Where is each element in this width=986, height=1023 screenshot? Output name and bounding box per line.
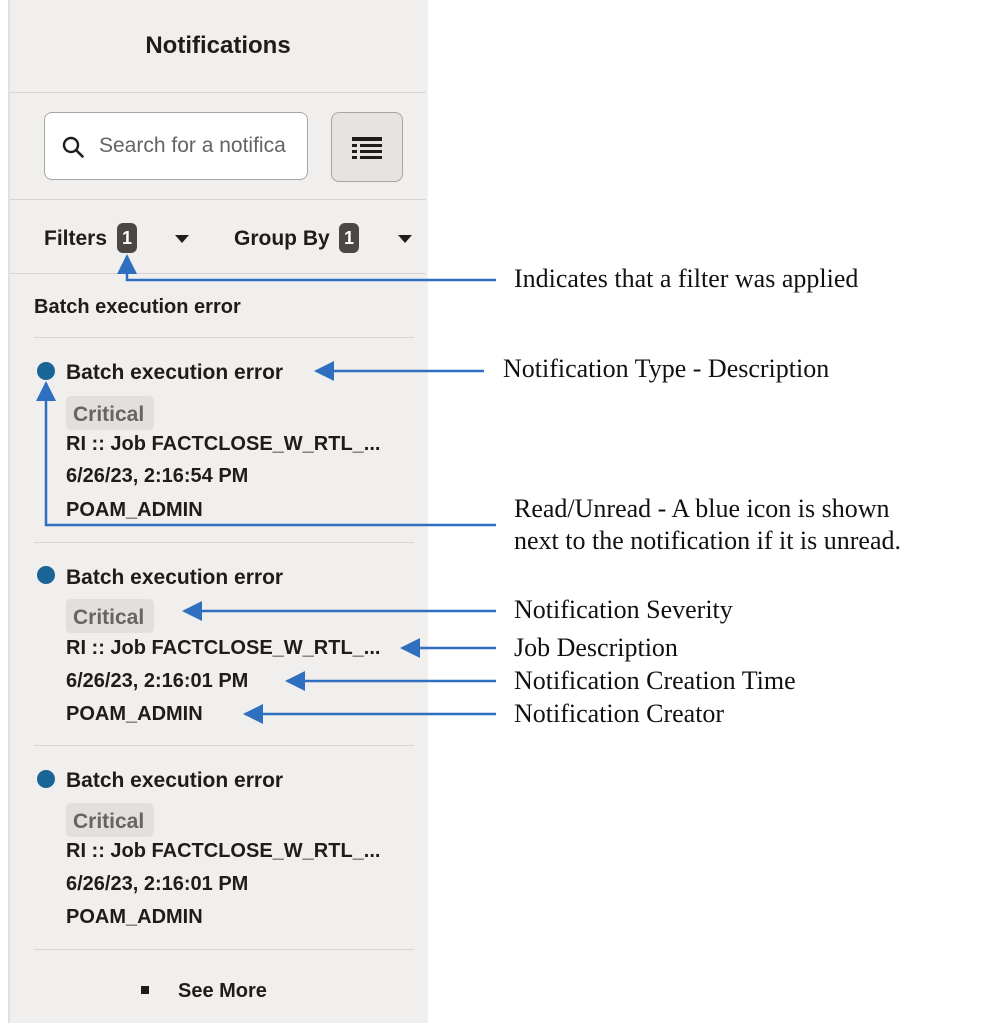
annotation-filter-applied: Indicates that a filter was applied — [514, 264, 859, 293]
annotation-read-unread-2: next to the notification if it is unread… — [514, 526, 902, 555]
arrow-read-unread — [36, 381, 496, 527]
annotation-severity: Notification Severity — [514, 595, 733, 624]
annotation-creation-time: Notification Creation Time — [514, 666, 796, 695]
arrow-filter-applied — [117, 254, 496, 282]
annotation-job-description: Job Description — [514, 633, 678, 662]
annotation-type-description: Notification Type - Description — [503, 354, 830, 383]
annotation-read-unread-1: Read/Unread - A blue icon is shown — [514, 494, 890, 523]
annotation-creator: Notification Creator — [514, 699, 725, 728]
